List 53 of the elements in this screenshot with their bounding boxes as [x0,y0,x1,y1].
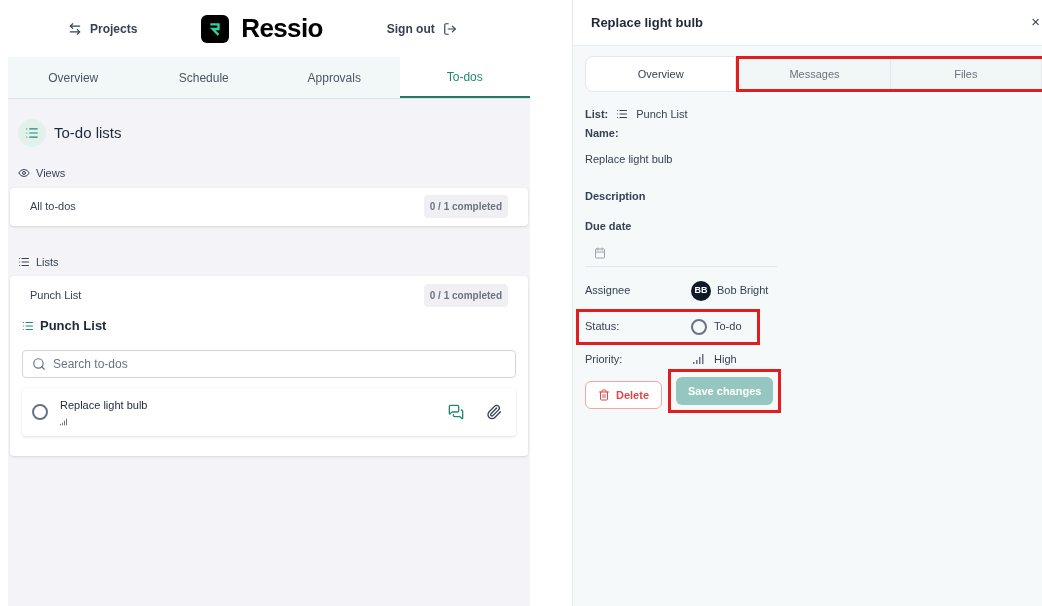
list-title: Punch List [40,317,107,335]
field-value: Replace light bulb [585,152,674,167]
search-icon [32,356,46,371]
logo-icon [201,14,230,43]
logo-text: Ressio [241,12,323,45]
nav-tab[interactable]: Overview [8,57,139,98]
nav-tab[interactable]: Schedule [138,57,269,98]
detail-tab[interactable]: Messages [739,59,891,89]
swap-icon [68,21,82,36]
field-label: Description [585,188,647,204]
calendar-icon [594,247,606,259]
field-label: Priority: [585,351,624,367]
projects-link[interactable]: Projects [68,19,138,38]
nav-tab[interactable]: Approvals [269,57,400,98]
list-icon [22,319,34,332]
list-icon [616,108,629,121]
priority-value: High [714,351,737,367]
sign-out-link[interactable]: Sign out [386,19,457,38]
section-heading: Lists [36,254,59,270]
detail-tab[interactable]: Overview [585,56,737,92]
list-value: Punch List [636,107,688,122]
signal-bars-icon [693,353,705,364]
todo-card[interactable]: Replace light bulb [22,387,516,436]
section-heading: Views [36,166,66,181]
list-icon [18,119,46,147]
eye-icon [18,167,30,180]
messages-icon[interactable] [448,403,464,420]
view-name: All to-dos [30,199,76,215]
detail-tab[interactable]: Files [890,59,1042,89]
status-value: To-do [714,319,742,335]
view-card[interactable]: All to-dos 0 / 1 completed [10,187,528,226]
panel-title: Replace light bulb [591,13,703,32]
list-name[interactable]: Punch List [30,286,82,304]
delete-button[interactable]: Delete [585,381,663,409]
page-title: To-do lists [54,122,122,143]
count-badge: 0 / 1 completed [423,283,508,307]
sign-out-icon [442,21,457,36]
field-label: Status: [585,319,621,335]
list-icon [18,255,30,268]
todo-title: Replace light bulb [60,398,149,414]
trash-icon [598,389,610,401]
field-label: Name: [585,125,620,141]
paperclip-icon[interactable] [486,403,502,420]
field-label: Assignee [585,283,632,299]
assignee-name: Bob Bright [717,283,769,299]
close-button[interactable]: × [1031,11,1040,34]
count-badge: 0 / 1 completed [423,195,508,218]
avatar: BB [691,280,711,301]
field-label: Due date [585,219,633,234]
field-label: List: [585,107,609,122]
nav-tab[interactable]: To-dos [399,57,530,98]
search-field[interactable]: Search to-dos [22,349,516,378]
signal-bars-icon [60,417,68,426]
